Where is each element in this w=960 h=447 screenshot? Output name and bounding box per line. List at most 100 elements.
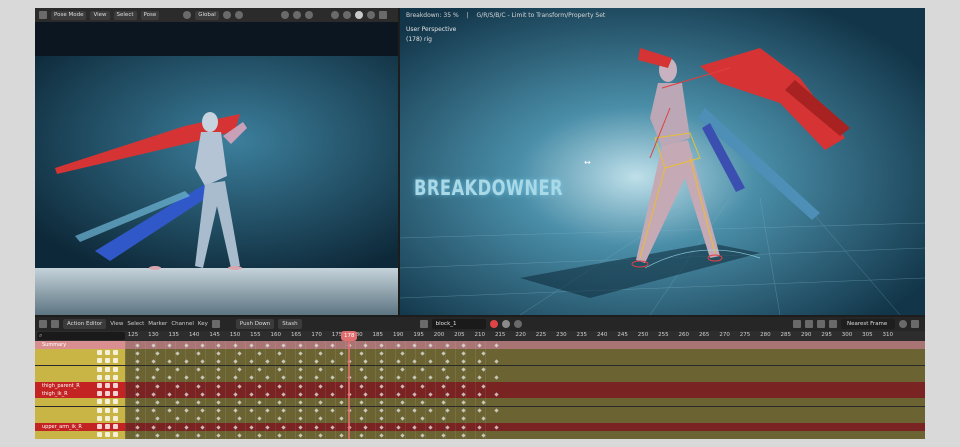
new-action-icon[interactable] <box>501 320 510 328</box>
keyframe-strip[interactable] <box>125 349 493 358</box>
channel-row[interactable] <box>35 406 925 415</box>
keyframe-diamond[interactable] <box>183 424 189 430</box>
editor-mode-select[interactable]: Action Editor <box>63 319 107 329</box>
lock-icon[interactable] <box>113 399 118 405</box>
channel-row[interactable] <box>35 373 925 382</box>
keyframe-diamond[interactable] <box>440 383 446 389</box>
filter-dropdown-icon[interactable] <box>211 320 220 328</box>
left-3d-viewport[interactable]: Pose Mode View Select Pose Global <box>35 8 398 315</box>
keyframe-diamond[interactable] <box>236 383 242 389</box>
lock-icon[interactable] <box>113 383 118 388</box>
keyframe-diamond[interactable] <box>134 383 140 389</box>
menu-marker[interactable]: Marker <box>148 321 167 327</box>
snapping-mode-select[interactable]: Nearest Frame <box>841 319 895 329</box>
editor-type-icon[interactable] <box>39 320 47 328</box>
wrench-icon[interactable] <box>97 424 102 429</box>
checkbox-icon[interactable] <box>105 424 110 429</box>
lock-icon[interactable] <box>113 374 118 380</box>
proportional-edit-icon[interactable] <box>805 320 813 328</box>
channel-row[interactable] <box>35 431 925 439</box>
snap-icon[interactable] <box>234 11 243 19</box>
checkbox-icon[interactable] <box>105 391 110 397</box>
keyframe-strip[interactable] <box>125 373 493 382</box>
channel-name[interactable]: Summary <box>35 341 125 349</box>
keyframe-strip[interactable] <box>125 365 493 374</box>
lock-icon[interactable] <box>113 350 118 356</box>
keyframe-diamond[interactable] <box>134 342 140 348</box>
lock-icon[interactable] <box>113 391 118 397</box>
channel-row[interactable] <box>35 414 925 423</box>
fake-user-shield-icon[interactable] <box>489 320 498 328</box>
shading-wire-icon[interactable] <box>342 11 351 19</box>
keyframe-strip[interactable] <box>125 431 493 439</box>
overlay-icon[interactable] <box>304 11 313 19</box>
keyframe-strip[interactable] <box>125 357 493 366</box>
lock-icon[interactable] <box>113 407 118 413</box>
wrench-icon[interactable] <box>97 366 102 372</box>
channel-row[interactable] <box>35 357 925 366</box>
timeline-ruler[interactable]: ⌕ 125 130 135 140 145 150 155 160 165 170 175 180 18… <box>35 331 925 341</box>
channel-row[interactable]: thigh_parent_R <box>35 382 925 390</box>
wrench-icon[interactable] <box>97 399 102 405</box>
editor-type-icon[interactable] <box>39 11 47 19</box>
wrench-icon[interactable] <box>97 374 102 380</box>
interpolation-icon[interactable] <box>899 320 907 328</box>
right-3d-viewport[interactable]: Breakdown: 35 % | G/R/S/B/C - Limit to T… <box>400 8 925 315</box>
keyframe-strip[interactable] <box>125 390 493 399</box>
wrench-icon[interactable] <box>97 383 102 388</box>
push-down-button[interactable]: Push Down <box>235 319 275 329</box>
channel-row[interactable]: thigh_ik_R <box>35 390 925 399</box>
checkbox-icon[interactable] <box>105 358 110 364</box>
channel-row[interactable]: Summary <box>35 341 925 349</box>
xray-icon[interactable] <box>330 11 339 19</box>
keyframe-strip[interactable] <box>125 398 493 407</box>
lock-icon[interactable] <box>113 415 118 421</box>
checkbox-icon[interactable] <box>105 407 110 413</box>
stash-button[interactable]: Stash <box>278 319 302 329</box>
menu-view[interactable]: View <box>110 321 123 327</box>
keyframe-diamond[interactable] <box>134 424 140 430</box>
gizmo-icon[interactable] <box>292 11 301 19</box>
menu-view[interactable]: View <box>90 10 110 20</box>
playhead-line[interactable] <box>348 341 351 439</box>
shading-solid-icon[interactable] <box>354 11 363 19</box>
lock-icon[interactable] <box>113 424 118 429</box>
checkbox-icon[interactable] <box>105 366 110 372</box>
lock-icon[interactable] <box>113 432 118 438</box>
handle-type-icon[interactable] <box>911 320 919 328</box>
shading-material-icon[interactable] <box>366 11 375 19</box>
checkbox-icon[interactable] <box>105 415 110 421</box>
checkbox-icon[interactable] <box>105 350 110 356</box>
wrench-icon[interactable] <box>97 432 102 438</box>
channel-row[interactable] <box>35 398 925 407</box>
wrench-icon[interactable] <box>97 407 102 413</box>
pivot-icon[interactable] <box>222 11 231 19</box>
keyframe-diamond[interactable] <box>493 424 499 430</box>
wrench-icon[interactable] <box>97 391 102 397</box>
keyframe-diamond[interactable] <box>493 342 499 348</box>
unlink-action-icon[interactable] <box>513 320 522 328</box>
channel-row[interactable] <box>35 349 925 358</box>
mode-select[interactable]: Pose Mode <box>51 10 87 20</box>
checkbox-icon[interactable] <box>105 374 110 380</box>
transform-orientation-select[interactable]: Global <box>195 10 219 20</box>
checkbox-icon[interactable] <box>105 399 110 405</box>
keyframe-strip[interactable] <box>125 341 493 349</box>
keyframe-diamond[interactable] <box>183 342 189 348</box>
action-name-field[interactable]: block_1 <box>431 319 486 329</box>
action-editor[interactable]: Action Editor View Select Marker Channel… <box>35 317 925 439</box>
snapping-icon[interactable] <box>829 320 837 328</box>
keyframe-diamond[interactable] <box>232 342 238 348</box>
menu-select[interactable]: Select <box>127 321 144 327</box>
wrench-icon[interactable] <box>97 358 102 364</box>
wrench-icon[interactable] <box>97 350 102 356</box>
keyframe-diamond[interactable] <box>232 424 238 430</box>
keyframe-diamond[interactable] <box>338 383 344 389</box>
channel-row[interactable]: upper_arm_ik_R <box>35 423 925 431</box>
current-frame-indicator[interactable]: 178 <box>341 331 358 341</box>
channel-row[interactable] <box>35 365 925 374</box>
menu-channel[interactable]: Channel <box>171 321 194 327</box>
menu-select[interactable]: Select <box>113 10 137 20</box>
lock-icon[interactable] <box>113 358 118 364</box>
menu-pose[interactable]: Pose <box>140 10 160 20</box>
